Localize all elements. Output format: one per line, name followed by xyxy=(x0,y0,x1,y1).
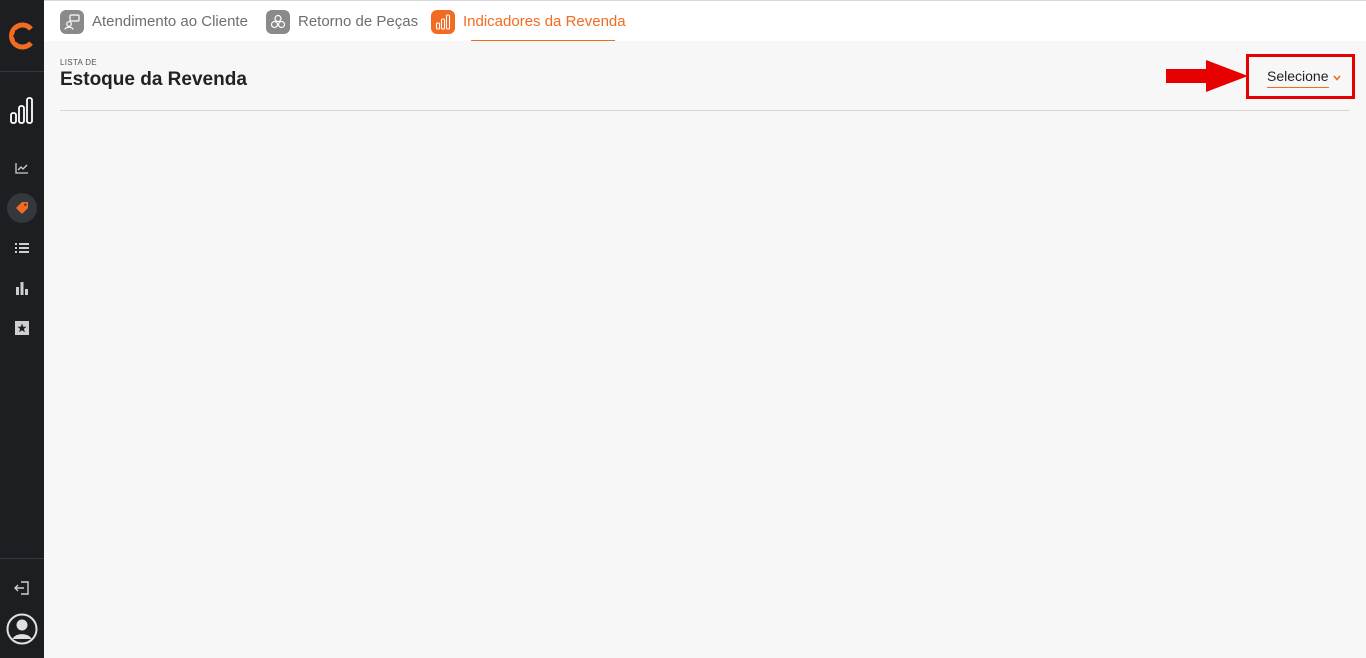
tab-label: Retorno de Peças xyxy=(298,13,419,30)
main-content: LISTA DE Estoque da Revenda Selecione xyxy=(44,41,1366,658)
customer-service-icon xyxy=(60,9,84,34)
selecione-dropdown[interactable]: Selecione xyxy=(1267,68,1341,88)
tab-retorno-de-pecas[interactable]: Retorno de Peças xyxy=(266,1,418,42)
tab-atendimento-ao-cliente[interactable]: Atendimento ao Cliente xyxy=(60,1,248,42)
logout-icon xyxy=(14,581,29,595)
header-divider xyxy=(60,110,1350,111)
sidebar-divider xyxy=(0,558,44,559)
bar-chart-icon xyxy=(431,9,455,34)
tab-label: Atendimento ao Cliente xyxy=(92,13,248,30)
sidebar-item-list[interactable] xyxy=(0,233,44,263)
red-arrow-annotation xyxy=(1166,60,1248,92)
bar-chart-outline-icon xyxy=(10,97,33,124)
sidebar-item-line-chart[interactable] xyxy=(0,153,44,183)
sidebar-item-tag[interactable] xyxy=(0,193,44,223)
sidebar-item-star[interactable] xyxy=(0,313,44,343)
tag-icon xyxy=(16,202,28,214)
top-tab-bar: Atendimento ao Cliente Retorno de Peças … xyxy=(44,0,1366,41)
tab-indicadores-da-revenda[interactable]: Indicadores da Revenda xyxy=(431,1,626,42)
user-profile-button[interactable] xyxy=(0,612,44,646)
page-subtitle: LISTA DE xyxy=(60,58,97,67)
user-avatar-icon xyxy=(6,613,38,645)
tab-label: Indicadores da Revenda xyxy=(463,13,626,30)
page-title: Estoque da Revenda xyxy=(60,69,247,90)
line-chart-icon xyxy=(15,163,28,174)
list-icon xyxy=(15,243,29,253)
sidebar-item-bar-chart[interactable] xyxy=(0,273,44,303)
logout-button[interactable] xyxy=(0,573,44,603)
bar-chart-icon xyxy=(16,282,28,295)
brand-c-logo-icon xyxy=(9,22,33,49)
brand-logo[interactable] xyxy=(0,0,44,72)
dropdown-label: Selecione xyxy=(1267,68,1329,88)
star-box-icon xyxy=(15,321,29,335)
parts-return-icon xyxy=(266,9,290,34)
sidebar xyxy=(0,0,44,658)
sidebar-indicators-icon[interactable] xyxy=(0,92,44,128)
sidebar-active-bubble xyxy=(7,193,37,223)
chevron-down-icon xyxy=(1332,75,1341,81)
